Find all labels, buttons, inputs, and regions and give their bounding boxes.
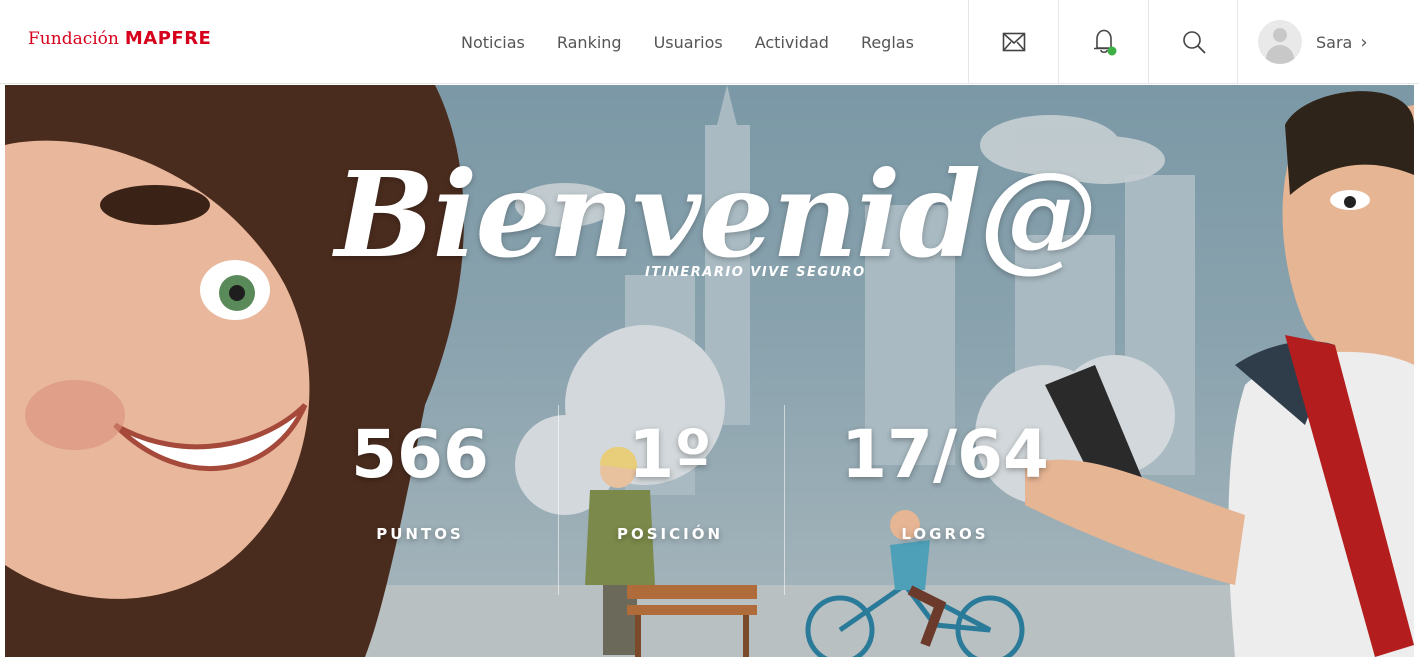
nav-link-reglas[interactable]: Reglas [845, 0, 930, 84]
search-button[interactable] [1148, 0, 1238, 84]
welcome-subtitle: ITINERARIO VIVE SEGURO [645, 265, 866, 280]
nav-link-ranking[interactable]: Ranking [541, 0, 638, 84]
logo-text-fundacion: Fundación [28, 29, 119, 49]
fundacion-mapfre-logo[interactable]: Fundación MAPFRE [28, 28, 211, 54]
user-name: Sara [1316, 32, 1353, 52]
avatar [1258, 20, 1302, 64]
stat-divider [784, 405, 785, 595]
stat-achievements-value: 17/64 [841, 416, 1049, 493]
stat-position-label: POSICIÓN [616, 525, 724, 543]
user-menu[interactable]: Sara › [1237, 0, 1419, 84]
logo-text-mapfre: MAPFRE [124, 28, 212, 49]
stat-divider [558, 405, 559, 595]
search-icon [1182, 31, 1206, 54]
stat-points: 566 PUNTOS [340, 415, 500, 543]
hero-banner: Bienvenid@ ITINERARIO VIVE SEGURO 566 PU… [5, 85, 1414, 657]
welcome-heading: Bienvenid@ [334, 145, 1097, 284]
stat-points-label: PUNTOS [376, 525, 464, 543]
top-navbar: Fundación MAPFRE Noticias Ranking Usuari… [0, 0, 1419, 84]
stat-position-value: 1º [628, 416, 712, 493]
nav-link-usuarios[interactable]: Usuarios [638, 0, 739, 84]
nav-link-actividad[interactable]: Actividad [739, 0, 845, 84]
messages-button[interactable] [968, 0, 1058, 84]
notification-dot [1107, 46, 1116, 56]
stat-position: 1º POSICIÓN [590, 415, 750, 543]
chevron-right-icon: › [1360, 31, 1368, 53]
notifications-button[interactable] [1058, 0, 1148, 84]
stat-points-value: 566 [351, 416, 489, 493]
main-nav: Noticias Ranking Usuarios Actividad Regl… [445, 0, 930, 84]
nav-link-noticias[interactable]: Noticias [445, 0, 541, 84]
bell-icon [1093, 29, 1116, 56]
stat-achievements-label: LOGROS [901, 525, 989, 543]
mail-icon [1002, 32, 1025, 52]
stat-achievements: 17/64 LOGROS [825, 415, 1065, 543]
